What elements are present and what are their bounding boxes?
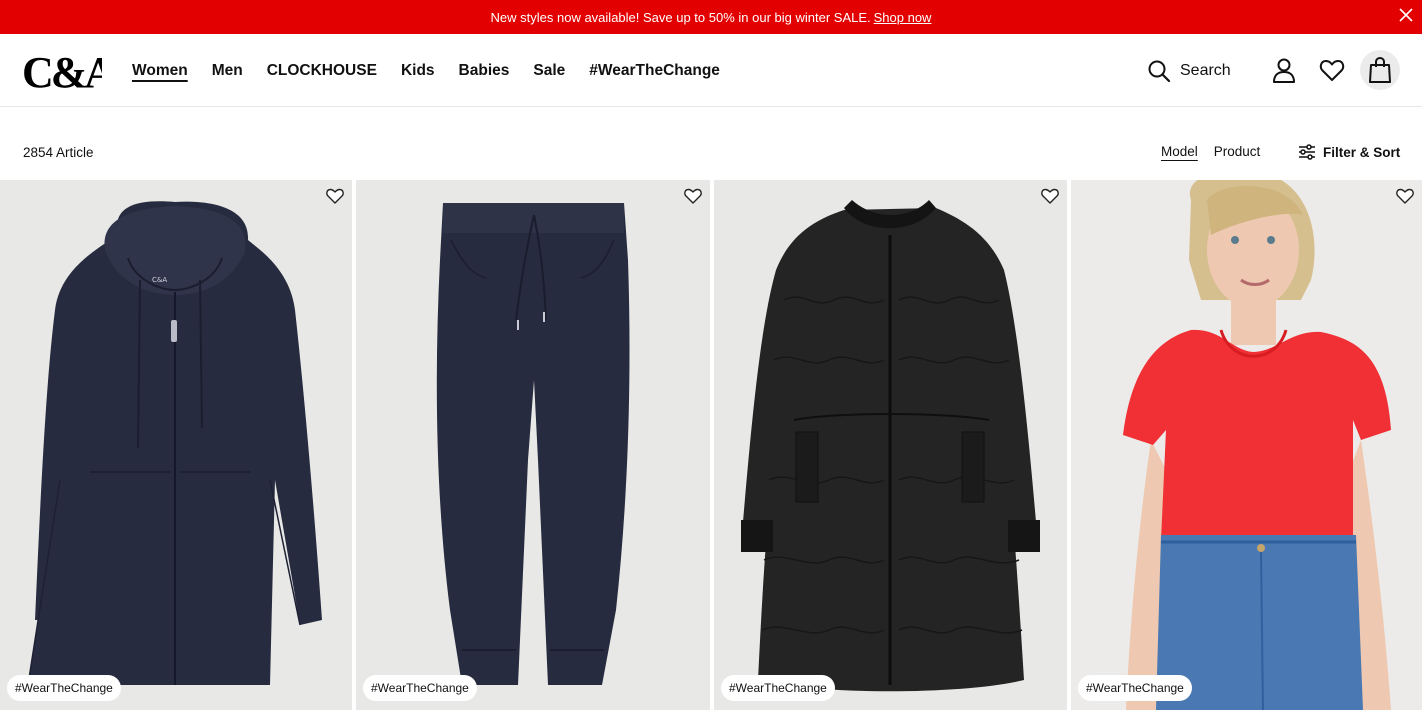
product-card[interactable]: #WearTheChange <box>714 180 1067 710</box>
product-tag: #WearTheChange <box>7 675 121 701</box>
wishlist-button[interactable] <box>1318 56 1346 84</box>
shopping-bag-icon <box>1369 57 1391 83</box>
filter-sort-label: Filter & Sort <box>1323 144 1401 160</box>
sliders-icon <box>1299 144 1315 160</box>
product-tag: #WearTheChange <box>363 675 477 701</box>
logo-text: C&A <box>22 48 102 93</box>
nav-item-men[interactable]: Men <box>212 62 243 80</box>
heart-icon <box>1319 60 1345 81</box>
site-header: C&A Women Men CLOCKHOUSE Kids Babies Sal… <box>0 34 1422 107</box>
product-tag: #WearTheChange <box>1078 675 1192 701</box>
account-button[interactable] <box>1270 56 1298 84</box>
product-card[interactable]: #WearTheChange <box>356 180 710 710</box>
heart-icon[interactable] <box>325 186 345 206</box>
user-icon <box>1273 58 1295 83</box>
article-count: 2854 Article <box>23 145 94 160</box>
view-option-product[interactable]: Product <box>1214 144 1261 159</box>
product-tag: #WearTheChange <box>721 675 835 701</box>
main-nav: Women Men CLOCKHOUSE Kids Babies Sale #W… <box>132 34 720 107</box>
view-toggle: Model Product <box>1161 144 1260 159</box>
svg-text:C&A: C&A <box>152 276 167 284</box>
search-icon <box>1148 60 1171 83</box>
product-image-jogger-pants <box>436 203 630 685</box>
nav-item-wearthechange[interactable]: #WearTheChange <box>589 62 720 80</box>
nav-item-kids[interactable]: Kids <box>401 62 435 80</box>
promo-message: New styles now available! Save up to 50%… <box>490 9 871 25</box>
logo[interactable]: C&A <box>22 47 102 93</box>
search-label: Search <box>1180 62 1231 79</box>
nav-item-babies[interactable]: Babies <box>459 62 510 80</box>
nav-item-women[interactable]: Women <box>132 62 188 80</box>
product-image-quilted-jacket <box>741 200 1040 692</box>
heart-icon[interactable] <box>1395 186 1415 206</box>
heart-icon[interactable] <box>683 186 703 206</box>
product-image-model-red-tshirt <box>1071 180 1422 710</box>
cart-button[interactable] <box>1360 50 1400 90</box>
product-image-hoodie: C&A <box>27 201 322 686</box>
view-option-model[interactable]: Model <box>1161 144 1198 159</box>
nav-item-clockhouse[interactable]: CLOCKHOUSE <box>267 62 377 80</box>
listing-toolbar: 2854 Article Model Product Filter & Sort <box>0 107 1422 180</box>
product-card[interactable]: C&A #WearTheChange <box>0 180 352 710</box>
promo-banner: New styles now available! Save up to 50%… <box>0 0 1422 34</box>
product-grid: C&A #WearTheChange #WearTheChange #WearT… <box>0 180 1422 710</box>
nav-item-sale[interactable]: Sale <box>533 62 565 80</box>
search-button[interactable]: Search <box>1147 58 1231 84</box>
filter-sort-button[interactable]: Filter & Sort <box>1298 144 1400 160</box>
product-card[interactable]: #WearTheChange <box>1071 180 1422 710</box>
close-icon[interactable] <box>1396 5 1416 25</box>
promo-shop-now-link[interactable]: Shop now <box>874 10 932 25</box>
heart-icon[interactable] <box>1040 186 1060 206</box>
